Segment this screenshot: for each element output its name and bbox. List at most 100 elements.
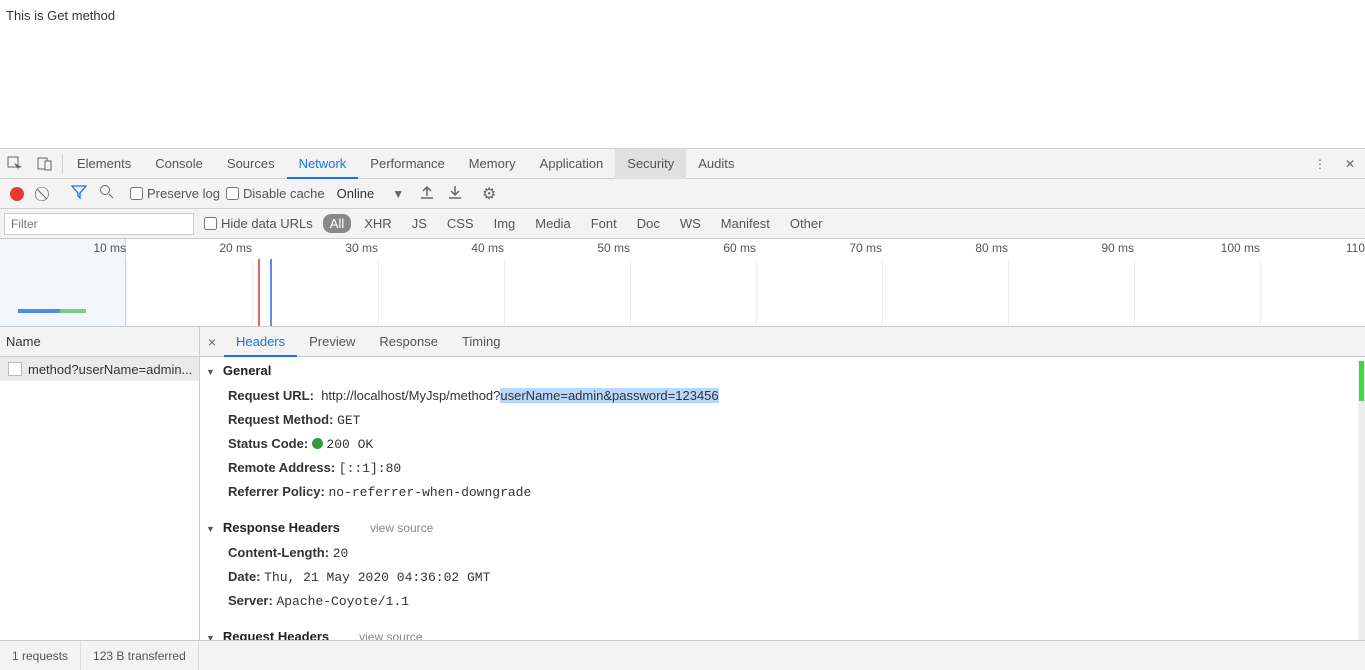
detail-tab-preview[interactable]: Preview <box>297 327 367 357</box>
tl-label: 60 ms <box>723 241 756 255</box>
filter-doc[interactable]: Doc <box>630 214 667 233</box>
disclosure-triangle-icon[interactable] <box>206 520 217 535</box>
preserve-log-label: Preserve log <box>147 186 220 201</box>
filter-img[interactable]: Img <box>487 214 523 233</box>
document-icon <box>8 362 22 376</box>
tab-performance[interactable]: Performance <box>358 149 456 179</box>
filter-other[interactable]: Other <box>783 214 830 233</box>
filter-media[interactable]: Media <box>528 214 577 233</box>
filter-toggle-icon[interactable] <box>68 184 90 203</box>
filter-js[interactable]: JS <box>405 214 434 233</box>
disable-cache-label: Disable cache <box>243 186 325 201</box>
tab-audits[interactable]: Audits <box>686 149 746 179</box>
tl-label: 100 ms <box>1221 241 1260 255</box>
view-source-link[interactable]: view source <box>370 521 433 535</box>
scrollbar-thumb[interactable] <box>1359 361 1364 401</box>
timeline-ruler: 10 ms 20 ms 30 ms 40 ms 50 ms 60 ms 70 m… <box>0 239 1365 259</box>
filter-css[interactable]: CSS <box>440 214 481 233</box>
kv-status-code: Status Code: 200 OK <box>200 432 1365 456</box>
detail-tab-timing[interactable]: Timing <box>450 327 513 357</box>
filter-all[interactable]: All <box>323 214 351 233</box>
hide-data-urls-input[interactable] <box>204 217 217 230</box>
headers-body: General Request URL: http://localhost/My… <box>200 357 1365 640</box>
disclosure-triangle-icon[interactable] <box>206 629 217 640</box>
kv-date: Date: Thu, 21 May 2020 04:36:02 GMT <box>200 565 1365 589</box>
tab-console[interactable]: Console <box>143 149 215 179</box>
search-icon[interactable] <box>96 184 118 203</box>
type-filter-row: All XHR JS CSS Img Media Font Doc WS Man… <box>323 214 830 233</box>
kv-request-url: Request URL: http://localhost/MyJsp/meth… <box>200 384 1365 408</box>
disable-cache-checkbox[interactable]: Disable cache <box>226 186 325 201</box>
section-general-title: General <box>223 363 271 378</box>
kv-server: Server: Apache-Coyote/1.1 <box>200 589 1365 613</box>
request-list-panel: Name method?userName=admin... <box>0 327 200 640</box>
section-general[interactable]: General <box>200 357 1365 384</box>
kv-request-method: Request Method: GET <box>200 408 1365 432</box>
close-details-icon[interactable]: × <box>200 334 224 350</box>
hide-data-urls-checkbox[interactable]: Hide data URLs <box>204 216 313 231</box>
hide-data-urls-label: Hide data URLs <box>221 216 313 231</box>
filter-font[interactable]: Font <box>584 214 624 233</box>
kv-remote-address: Remote Address: [::1]:80 <box>200 456 1365 480</box>
upload-har-icon[interactable] <box>416 184 438 203</box>
tl-label: 110 <box>1346 241 1365 255</box>
filter-ws[interactable]: WS <box>673 214 708 233</box>
section-response-headers[interactable]: Response Headers view source <box>200 514 1365 541</box>
section-request-headers-title: Request Headers <box>223 629 329 640</box>
devtools-panel: Elements Console Sources Network Perform… <box>0 148 1365 670</box>
section-response-headers-title: Response Headers <box>223 520 340 535</box>
request-row-label: method?userName=admin... <box>28 362 192 377</box>
close-devtools-icon[interactable]: ✕ <box>1335 149 1365 179</box>
device-toggle-icon[interactable] <box>30 149 60 179</box>
clear-icon[interactable]: ⃠ <box>34 185 56 202</box>
tab-sources[interactable]: Sources <box>215 149 287 179</box>
preserve-log-input[interactable] <box>130 187 143 200</box>
tab-network[interactable]: Network <box>287 149 359 179</box>
view-source-link[interactable]: view source <box>359 630 422 641</box>
section-request-headers[interactable]: Request Headers view source <box>200 623 1365 640</box>
filter-xhr[interactable]: XHR <box>357 214 398 233</box>
request-row[interactable]: method?userName=admin... <box>0 357 199 381</box>
timeline-overview[interactable]: 10 ms 20 ms 30 ms 40 ms 50 ms 60 ms 70 m… <box>0 239 1365 327</box>
filter-manifest[interactable]: Manifest <box>714 214 777 233</box>
tl-label: 30 ms <box>345 241 378 255</box>
inspect-icon[interactable] <box>0 149 30 179</box>
tl-label: 20 ms <box>219 241 252 255</box>
disclosure-triangle-icon[interactable] <box>206 363 217 378</box>
highlighted-querystring: userName=admin&password=123456 <box>500 388 718 403</box>
throttle-select[interactable]: Online <box>337 186 391 201</box>
request-list-header[interactable]: Name <box>0 327 199 357</box>
devtools-tabstrip: Elements Console Sources Network Perform… <box>0 149 1365 179</box>
footer-requests: 1 requests <box>0 641 81 670</box>
kv-referrer-policy: Referrer Policy: no-referrer-when-downgr… <box>200 480 1365 504</box>
filter-input[interactable] <box>4 213 194 235</box>
detail-tab-headers[interactable]: Headers <box>224 327 297 357</box>
network-footer: 1 requests 123 B transferred <box>0 640 1365 670</box>
download-har-icon[interactable] <box>444 184 466 203</box>
tab-memory[interactable]: Memory <box>457 149 528 179</box>
tab-security[interactable]: Security <box>615 149 686 179</box>
page-body-text: This is Get method <box>6 8 115 23</box>
tab-elements[interactable]: Elements <box>65 149 143 179</box>
settings-gear-icon[interactable]: ⚙ <box>478 184 500 204</box>
tl-label: 10 ms <box>93 241 126 255</box>
tab-application[interactable]: Application <box>528 149 616 179</box>
scrollbar[interactable] <box>1358 361 1365 640</box>
chevron-down-icon[interactable]: ▼ <box>392 187 404 201</box>
preserve-log-checkbox[interactable]: Preserve log <box>130 186 220 201</box>
footer-transferred: 123 B transferred <box>81 641 199 670</box>
kebab-menu-icon[interactable]: ⋮ <box>1305 149 1335 179</box>
page-body: This is Get method <box>0 0 1365 148</box>
status-dot-icon <box>312 438 323 449</box>
tl-label: 40 ms <box>471 241 504 255</box>
network-split: Name method?userName=admin... × Headers … <box>0 327 1365 640</box>
tl-label: 90 ms <box>1101 241 1134 255</box>
timeline-bar <box>18 309 60 313</box>
detail-tab-response[interactable]: Response <box>367 327 450 357</box>
tl-label: 80 ms <box>975 241 1008 255</box>
disable-cache-input[interactable] <box>226 187 239 200</box>
record-button[interactable] <box>10 187 24 201</box>
timeline-domcontent-line <box>270 259 272 326</box>
request-details-panel: × Headers Preview Response Timing Genera… <box>200 327 1365 640</box>
separator <box>62 155 63 173</box>
